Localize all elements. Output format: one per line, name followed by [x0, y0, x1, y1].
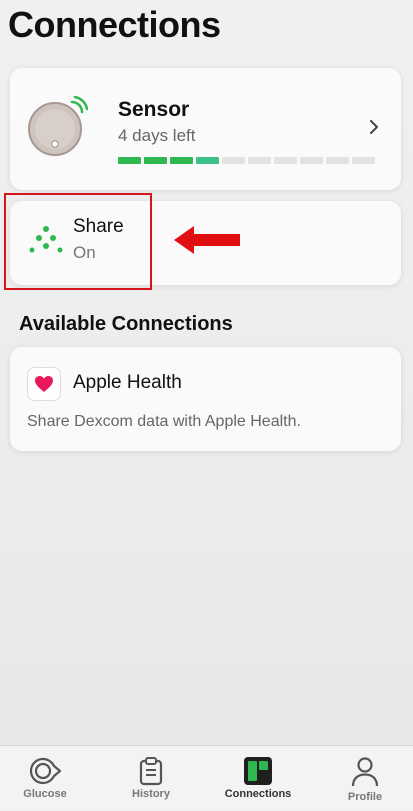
tab-history[interactable]: History	[111, 746, 191, 811]
bottom-tab-bar: Glucose History Connections Profile	[0, 745, 413, 810]
tab-label: Glucose	[23, 788, 67, 800]
progress-segment	[170, 157, 193, 164]
apple-health-description: Share Dexcom data with Apple Health.	[27, 413, 301, 430]
progress-segment	[326, 157, 349, 164]
connections-icon	[244, 757, 272, 785]
tab-label: History	[132, 788, 170, 800]
progress-segment	[300, 157, 323, 164]
progress-segment	[118, 157, 141, 164]
sensor-days-left: 4 days left	[118, 126, 196, 145]
sensor-device-icon	[28, 96, 88, 156]
progress-segment	[144, 157, 167, 164]
progress-segment	[196, 157, 219, 164]
history-icon	[139, 757, 163, 786]
heart-icon	[27, 367, 61, 401]
tab-connections[interactable]: Connections	[218, 746, 298, 811]
glucose-icon	[29, 757, 62, 785]
apple-health-card[interactable]: Apple Health Share Dexcom data with Appl…	[10, 347, 401, 451]
progress-segment	[248, 157, 271, 164]
tab-glucose[interactable]: Glucose	[5, 746, 85, 811]
apple-health-title: Apple Health	[73, 372, 182, 393]
tab-label: Profile	[347, 791, 383, 803]
progress-segment	[352, 157, 375, 164]
chevron-right-icon[interactable]	[369, 120, 379, 134]
annotation-arrow-left-icon	[174, 226, 240, 254]
sensor-title: Sensor	[118, 98, 190, 121]
progress-segment	[274, 157, 297, 164]
sensor-progress-bar	[118, 157, 375, 164]
share-status: On	[73, 243, 96, 262]
share-dots-icon	[29, 226, 63, 253]
profile-icon	[351, 757, 379, 787]
progress-segment	[222, 157, 245, 164]
share-title: Share	[73, 216, 124, 237]
page-title: Connections	[8, 4, 221, 45]
tab-profile[interactable]: Profile	[325, 746, 405, 811]
available-connections-heading: Available Connections	[19, 313, 233, 335]
sensor-card[interactable]: Sensor 4 days left	[10, 68, 401, 190]
tab-label: Connections	[224, 788, 292, 800]
